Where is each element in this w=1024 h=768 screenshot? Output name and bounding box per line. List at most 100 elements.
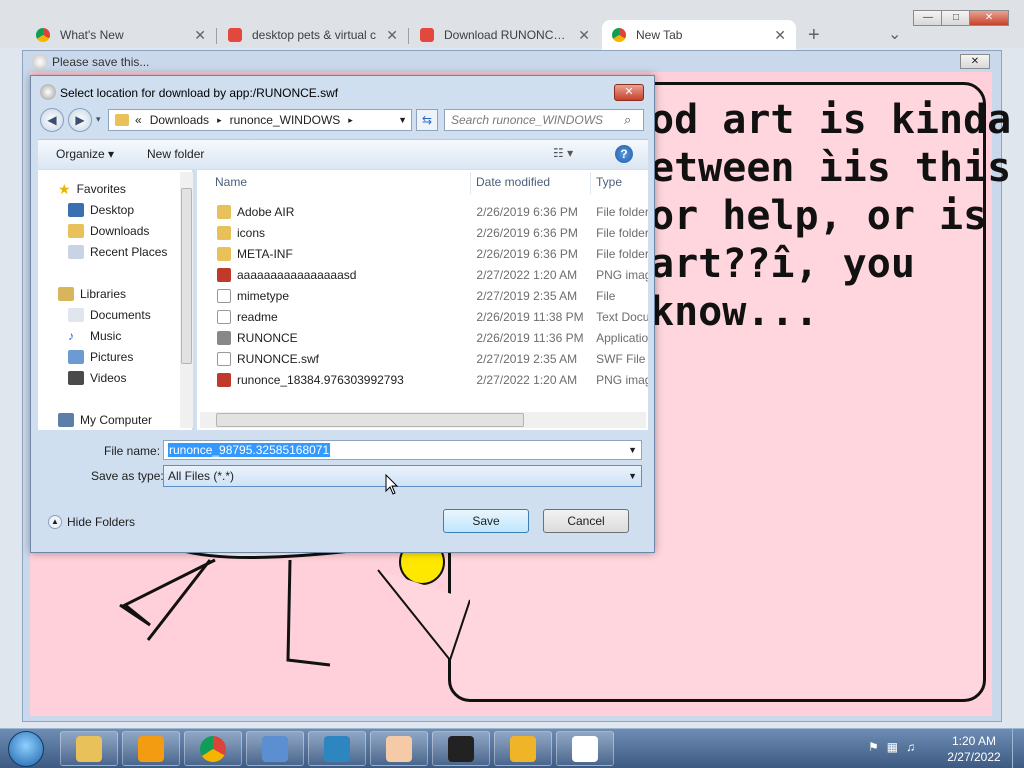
minimize-button[interactable]: — bbox=[913, 10, 943, 26]
file-type: SWF File bbox=[596, 351, 646, 366]
breadcrumb-overflow[interactable]: « bbox=[135, 113, 142, 127]
tab-title: desktop pets & virtual c bbox=[252, 28, 377, 42]
taskbar-app[interactable] bbox=[494, 731, 552, 766]
file-row[interactable]: RUNONCE 2/26/2019 11:36 PM Application bbox=[200, 327, 648, 348]
file-date: 2/27/2019 2:35 AM bbox=[476, 351, 578, 366]
chevron-down-icon[interactable]: ▼ bbox=[628, 445, 637, 455]
tab-new-tab[interactable]: New Tab ✕ bbox=[602, 20, 796, 50]
breadcrumb-separator[interactable]: ▸ bbox=[217, 115, 222, 126]
file-row[interactable]: aaaaaaaaaaaaaaaasd 2/27/2022 1:20 AM PNG i… bbox=[200, 264, 648, 285]
file-list-scrollbar[interactable] bbox=[200, 412, 646, 428]
hide-folders-label: Hide Folders bbox=[67, 515, 136, 529]
address-dropdown-icon[interactable]: ▼ bbox=[398, 115, 407, 125]
new-folder-button[interactable]: New folder bbox=[147, 147, 204, 161]
file-list-scrollbar-thumb[interactable] bbox=[216, 413, 524, 427]
tab-whats-new[interactable]: What's New ✕ bbox=[26, 20, 216, 50]
file-row[interactable]: mimetype 2/27/2019 2:35 AM File bbox=[200, 285, 648, 306]
taskbar-app[interactable] bbox=[184, 731, 242, 766]
refresh-icon: ⇆ bbox=[421, 113, 433, 127]
chevron-down-icon[interactable]: ▼ bbox=[628, 471, 637, 481]
nav-my-computer[interactable]: My Computer bbox=[58, 410, 152, 430]
address-bar[interactable]: « Downloads ▸ runonce_WINDOWS ▸ ▼ bbox=[108, 109, 412, 131]
breadcrumb-separator[interactable]: ▸ bbox=[348, 115, 353, 126]
app-icon bbox=[510, 735, 536, 762]
close-tab-icon[interactable]: ✕ bbox=[774, 27, 786, 44]
clock[interactable]: 1:20 AM 2/27/2022 bbox=[946, 733, 1002, 765]
nav-music[interactable]: ♪ Music bbox=[68, 326, 121, 346]
nav-videos[interactable]: Videos bbox=[68, 368, 126, 388]
paint-icon bbox=[386, 735, 412, 762]
flash-close-button[interactable]: ✕ bbox=[960, 54, 990, 69]
start-orb[interactable] bbox=[8, 731, 44, 767]
network-icon[interactable]: ▦ bbox=[887, 740, 898, 754]
taskbar-app[interactable] bbox=[370, 731, 428, 766]
file-name: runonce_18384.976303992793 bbox=[237, 372, 404, 387]
taskbar-app[interactable] bbox=[122, 731, 180, 766]
file-icon bbox=[217, 309, 231, 324]
refresh-button[interactable]: ⇆ bbox=[416, 109, 438, 131]
tab-separator bbox=[216, 28, 217, 44]
taskbar-app[interactable] bbox=[60, 731, 118, 766]
nav-label: Music bbox=[90, 329, 122, 343]
nav-favorites[interactable]: ★ Favorites bbox=[58, 179, 126, 199]
taskbar-app[interactable] bbox=[246, 731, 304, 766]
nav-libraries[interactable]: Libraries bbox=[58, 284, 126, 304]
search-input[interactable]: Search runonce_WINDOWS bbox=[444, 109, 644, 131]
column-date-modified[interactable]: Date modified bbox=[476, 175, 550, 189]
file-date: 2/27/2019 2:35 AM bbox=[476, 288, 578, 303]
volume-icon[interactable]: ♫ bbox=[906, 740, 915, 754]
tab-download-runonce[interactable]: Download RUNONCE (r ✕ bbox=[410, 20, 600, 50]
dialog-close-button[interactable]: ✕ bbox=[614, 84, 644, 101]
close-tab-icon[interactable]: ✕ bbox=[578, 27, 590, 44]
file-row[interactable]: Adobe AIR 2/26/2019 6:36 PM File folder bbox=[200, 201, 648, 222]
new-tab-button[interactable]: + bbox=[808, 24, 820, 47]
save-button[interactable]: Save bbox=[443, 509, 529, 533]
7zip-icon bbox=[448, 735, 474, 762]
nav-pictures[interactable]: Pictures bbox=[68, 347, 133, 367]
taskbar-app[interactable] bbox=[432, 731, 490, 766]
organize-menu[interactable]: Organize ▾ bbox=[56, 147, 114, 161]
tab-title: Download RUNONCE (r bbox=[444, 28, 571, 42]
file-row[interactable]: icons 2/26/2019 6:36 PM File folder bbox=[200, 222, 648, 243]
nav-scrollbar-thumb[interactable] bbox=[181, 188, 192, 364]
breadcrumb-downloads[interactable]: Downloads bbox=[150, 113, 209, 127]
forward-button[interactable]: ▶ bbox=[68, 108, 92, 132]
itch-icon bbox=[420, 28, 434, 42]
file-row[interactable]: META-INF 2/26/2019 6:36 PM File folder bbox=[200, 243, 648, 264]
action-center-icon[interactable]: ⚑ bbox=[868, 740, 879, 754]
nav-documents[interactable]: Documents bbox=[68, 305, 151, 325]
close-window-button[interactable]: ✕ bbox=[969, 10, 1009, 26]
show-desktop-button[interactable] bbox=[1012, 729, 1024, 768]
nav-label: Videos bbox=[90, 371, 127, 385]
close-tab-icon[interactable]: ✕ bbox=[194, 27, 206, 44]
breadcrumb-runonce-windows[interactable]: runonce_WINDOWS bbox=[230, 113, 341, 127]
system-tray: ⚑ ▦ ♫ bbox=[868, 740, 915, 754]
close-tab-icon[interactable]: ✕ bbox=[386, 27, 398, 44]
column-name[interactable]: Name bbox=[215, 175, 247, 189]
change-view-button[interactable]: ☷ ▾ bbox=[553, 146, 573, 160]
file-type: PNG image bbox=[596, 267, 648, 282]
taskbar-app[interactable] bbox=[556, 731, 614, 766]
taskbar-app[interactable] bbox=[308, 731, 366, 766]
tab-desktop-pets[interactable]: desktop pets & virtual c ✕ bbox=[218, 20, 408, 50]
chrome-icon bbox=[612, 28, 626, 42]
navigation-pane: ★ Favorites Desktop Downloads Recent Pla… bbox=[38, 170, 193, 430]
hide-folders-toggle[interactable]: ▲ Hide Folders bbox=[48, 515, 135, 529]
cancel-button[interactable]: Cancel bbox=[543, 509, 629, 533]
mouse-cursor-icon bbox=[385, 474, 399, 495]
file-row[interactable]: readme 2/26/2019 11:38 PM Text Document bbox=[200, 306, 648, 327]
recent-pages-dropdown[interactable]: ▾ bbox=[96, 114, 101, 125]
nav-recent-places[interactable]: Recent Places bbox=[68, 242, 167, 262]
help-button[interactable]: ? bbox=[615, 145, 633, 163]
maximize-button[interactable]: □ bbox=[941, 10, 971, 26]
nav-desktop[interactable]: Desktop bbox=[68, 200, 134, 220]
tab-search-button[interactable]: ⌄ bbox=[888, 24, 901, 44]
file-row[interactable]: runonce_18384.976303992793 2/27/2022 1:20… bbox=[200, 369, 648, 390]
nav-scrollbar[interactable] bbox=[180, 172, 193, 428]
file-row[interactable]: RUNONCE.swf 2/27/2019 2:35 AM SWF File bbox=[200, 348, 648, 369]
back-button[interactable]: ◀ bbox=[40, 108, 64, 132]
nav-downloads[interactable]: Downloads bbox=[68, 221, 149, 241]
column-type[interactable]: Type bbox=[596, 175, 622, 189]
save-type-select[interactable]: All Files (*.*) ▼ bbox=[163, 465, 642, 487]
file-name-input[interactable]: runonce_98795.32585168071 ▼ bbox=[163, 440, 642, 460]
